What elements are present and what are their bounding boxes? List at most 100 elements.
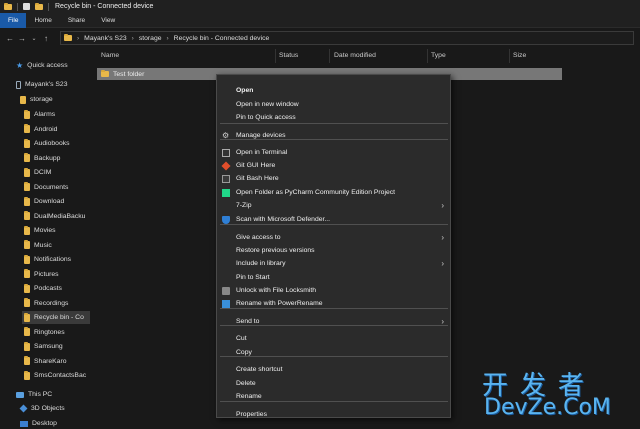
sidebar-item-device[interactable]: Mayank's S23 <box>16 78 67 91</box>
computer-icon <box>16 391 24 398</box>
column-divider[interactable] <box>509 49 510 63</box>
sidebar-folder-item[interactable]: DualMediaBacku <box>24 210 85 223</box>
properties-icon[interactable] <box>23 3 30 10</box>
sidebar-folder-item[interactable]: Samsung <box>24 340 63 353</box>
tab-file[interactable]: File <box>0 12 27 28</box>
menu-item-label: Pin to Start <box>236 274 270 281</box>
menu-item-properties[interactable]: Properties <box>217 408 450 421</box>
column-divider[interactable] <box>427 49 428 63</box>
menu-item-cut[interactable]: Cut <box>217 332 450 345</box>
menu-item-label: Cut <box>236 335 247 342</box>
menu-item-manage-devices[interactable]: ⚙ Manage devices <box>217 129 450 142</box>
submenu-arrow-icon: › <box>441 201 444 210</box>
menu-item-7-zip[interactable]: 7-Zip › <box>217 199 450 212</box>
up-arrow-icon[interactable]: ↑ <box>40 34 52 43</box>
menu-item-delete[interactable]: Delete <box>217 377 450 390</box>
address-bar[interactable]: › Mayank's S23 › storage › Recycle bin -… <box>60 31 634 45</box>
sidebar-item-this-pc[interactable]: This PC <box>16 388 52 401</box>
menu-item-open-in-new-window[interactable]: Open in new window <box>217 98 450 111</box>
title-bar: Recycle bin - Connected device <box>0 0 640 13</box>
menu-item-restore-previous-versions[interactable]: Restore previous versions <box>217 244 450 257</box>
menu-item-label: Delete <box>236 380 256 387</box>
menu-item-copy[interactable]: Copy <box>217 346 450 359</box>
menu-item-include-in-library[interactable]: Include in library › <box>217 257 450 270</box>
menu-item-label: Open in Terminal <box>236 149 288 156</box>
sidebar-item-label: SmsContactsBac <box>34 372 87 379</box>
menu-item-label: Rename <box>236 393 262 400</box>
menu-item-send-to[interactable]: Send to › <box>217 315 450 328</box>
watermark-site-text: DevZe.CoM <box>484 395 611 420</box>
sidebar-item-quick-access[interactable]: ★ Quick access <box>16 59 68 72</box>
sidebar-folder-item[interactable]: Movies <box>24 224 56 237</box>
recent-chevron-icon[interactable]: ⌄ <box>28 35 40 42</box>
git-icon <box>221 161 231 171</box>
folder-icon <box>101 70 109 77</box>
menu-item-pin-to-start[interactable]: Pin to Start <box>217 271 450 284</box>
menu-item-label: Copy <box>236 349 252 356</box>
chevron-right-icon[interactable]: › <box>132 35 134 42</box>
chevron-right-icon[interactable]: › <box>167 35 169 42</box>
sidebar-item-label: Music <box>34 241 52 249</box>
menu-item-open[interactable]: Open <box>217 84 450 97</box>
sidebar-folder-item[interactable]: DCIM <box>24 166 51 179</box>
sidebar-folder-item[interactable]: Recycle bin - Co <box>22 311 90 324</box>
tab-home[interactable]: Home <box>26 13 59 28</box>
sidebar-folder-item[interactable]: Podcasts <box>24 282 62 295</box>
sidebar-item-3d-objects[interactable]: 3D Objects <box>19 402 65 415</box>
sidebar-item-label: Download <box>34 198 65 205</box>
sidebar-folder-item[interactable]: Notifications <box>24 253 71 266</box>
tab-share[interactable]: Share <box>60 13 93 28</box>
sidebar-folder-item[interactable]: ShareKaro <box>24 355 67 368</box>
column-header-name[interactable]: Name <box>101 49 119 63</box>
chevron-right-icon[interactable]: › <box>77 35 79 42</box>
sidebar-folder-item[interactable]: Music <box>24 239 52 252</box>
new-folder-icon[interactable] <box>35 2 43 10</box>
sidebar-folder-item[interactable]: Documents <box>24 181 68 194</box>
lock-icon <box>222 287 230 295</box>
sidebar-folder-item[interactable]: Pictures <box>24 268 59 281</box>
forward-arrow-icon[interactable]: → <box>16 34 28 43</box>
breadcrumb-storage[interactable]: storage <box>139 35 162 42</box>
address-bar-row: ← → ⌄ ↑ › Mayank's S23 › storage › Recyc… <box>0 29 640 47</box>
sidebar-folder-item[interactable]: Ringtones <box>24 326 65 339</box>
sidebar-item-label: Notifications <box>34 256 72 263</box>
column-divider[interactable] <box>275 49 276 63</box>
sidebar-folder-item[interactable]: Download <box>24 195 64 208</box>
window-title: Recycle bin - Connected device <box>55 3 154 10</box>
divider <box>48 2 49 11</box>
sidebar-folder-item[interactable]: Recordings <box>24 297 68 310</box>
column-header-size[interactable]: Size <box>513 49 526 63</box>
sidebar-folder-item[interactable]: Backupp <box>24 152 60 165</box>
menu-item-open-in-terminal[interactable]: Open in Terminal <box>217 146 450 159</box>
menu-item-label: Git GUI Here <box>236 162 276 169</box>
menu-separator <box>220 308 448 309</box>
menu-item-label: Open <box>236 87 254 94</box>
sidebar-item-storage[interactable]: storage <box>20 93 53 106</box>
menu-item-create-shortcut[interactable]: Create shortcut <box>217 363 450 376</box>
breadcrumb-device[interactable]: Mayank's S23 <box>84 35 126 42</box>
column-header-type[interactable]: Type <box>431 49 446 63</box>
menu-item-open-folder-as-pycharm-community-edition-project[interactable]: Open Folder as PyCharm Community Edition… <box>217 186 450 199</box>
context-menu: Open Open in new window Pin to Quick acces… <box>216 74 451 418</box>
phone-icon <box>16 80 21 89</box>
sidebar-folder-item[interactable]: Audiobooks <box>24 137 70 150</box>
sidebar-folder-item[interactable]: Alarms <box>24 108 55 121</box>
sidebar-folder-item[interactable]: SmsContactsBac <box>24 369 86 382</box>
menu-item-git-gui-here[interactable]: Git GUI Here <box>217 159 450 172</box>
sidebar-folder-item[interactable]: Android <box>24 123 57 136</box>
menu-item-label: Create shortcut <box>236 366 283 373</box>
back-arrow-icon[interactable]: ← <box>4 34 16 43</box>
tab-view[interactable]: View <box>93 13 123 28</box>
menu-item-label: Manage devices <box>236 132 286 139</box>
menu-separator <box>220 139 448 140</box>
menu-item-unlock-with-file-locksmith[interactable]: Unlock with File Locksmith <box>217 284 450 297</box>
menu-item-give-access-to[interactable]: Give access to › <box>217 231 450 244</box>
column-header-date-modified[interactable]: Date modified <box>334 49 376 63</box>
column-divider[interactable] <box>329 49 330 63</box>
column-header-status[interactable]: Status <box>279 49 298 63</box>
breadcrumb-recycle-bin[interactable]: Recycle bin - Connected device <box>174 35 270 42</box>
menu-item-git-bash-here[interactable]: Git Bash Here <box>217 172 450 185</box>
sidebar-item-desktop[interactable]: Desktop <box>20 417 57 429</box>
menu-item-label: Restore previous versions <box>236 247 315 254</box>
navigation-pane[interactable]: ★ Quick access Mayank's S23 storage Alar… <box>0 47 92 429</box>
